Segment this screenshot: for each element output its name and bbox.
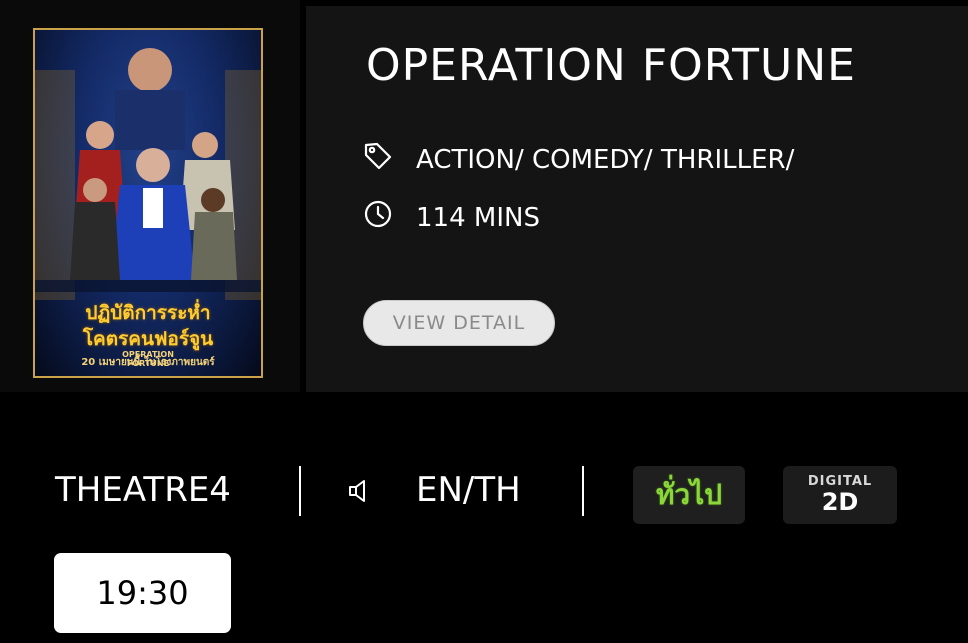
poster-release-text: 20 เมษายนนี้ ในโรงภาพยนตร์ bbox=[81, 357, 215, 368]
format-badge: DIGITAL 2D bbox=[783, 466, 897, 524]
duration-text: 114 MINS bbox=[416, 202, 540, 233]
genre-text: ACTION/ COMEDY/ THRILLER/ bbox=[416, 144, 795, 175]
format-badge-top: DIGITAL bbox=[807, 474, 873, 489]
view-detail-button[interactable]: VIEW DETAIL bbox=[363, 300, 555, 346]
movie-info-panel: OPERATION FORTUNE ACTION/ COMEDY/ THRILL… bbox=[306, 6, 968, 392]
movie-title: OPERATION FORTUNE bbox=[366, 40, 856, 91]
rating-badge: ทั่วไป bbox=[633, 466, 745, 524]
duration-row: 114 MINS bbox=[362, 198, 540, 237]
audio-language: EN/TH bbox=[416, 470, 521, 510]
theatre-label: THEATRE4 bbox=[55, 470, 231, 510]
movie-poster[interactable]: ปฏิบัติการระห่ำ โคตรคนฟอร์จูน OPERATION … bbox=[0, 0, 300, 392]
genre-row: ACTION/ COMEDY/ THRILLER/ bbox=[362, 140, 794, 179]
tag-icon bbox=[362, 140, 394, 179]
showing-info-row: THEATRE4 EN/TH ทั่วไป DIGITAL 2D bbox=[0, 460, 968, 524]
speaker-icon bbox=[345, 476, 375, 510]
divider bbox=[582, 466, 584, 516]
poster-artwork: ปฏิบัติการระห่ำ โคตรคนฟอร์จูน OPERATION … bbox=[33, 28, 263, 378]
clock-icon bbox=[362, 198, 394, 237]
format-badge-bottom: 2D bbox=[821, 488, 859, 516]
divider bbox=[299, 466, 301, 516]
showtime-button[interactable]: 19:30 bbox=[54, 553, 231, 633]
